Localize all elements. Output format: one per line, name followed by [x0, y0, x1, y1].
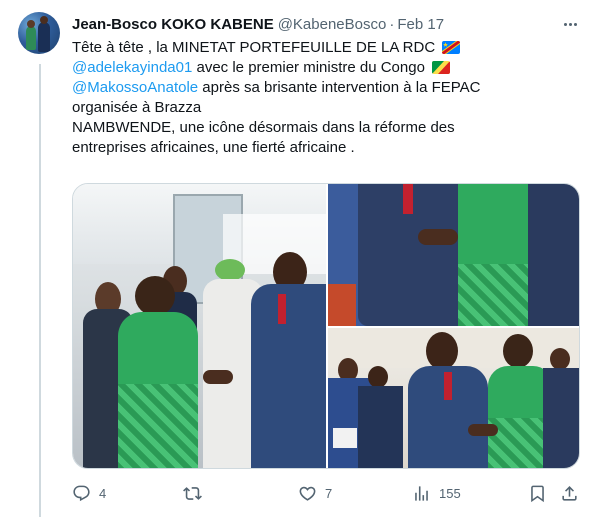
- views-button[interactable]: 155: [412, 482, 461, 504]
- tweet-text-line: entreprises africaines, une fierté afric…: [72, 139, 355, 156]
- tweet-text: Tête à tête , la MINETAT PORTEFEUILLE DE…: [72, 38, 582, 158]
- action-bar: 4 7 155: [72, 482, 580, 504]
- media-grid: [72, 183, 580, 469]
- reply-button[interactable]: 4: [72, 482, 106, 504]
- reply-icon: [73, 485, 90, 501]
- tweet-text-line: NAMBWENDE, une icône désormais dans la r…: [72, 119, 455, 136]
- reply-count: 4: [99, 485, 107, 501]
- tweet-text-line: avec le premier ministre du Congo: [192, 59, 425, 76]
- tweet-date[interactable]: Feb 17: [397, 16, 444, 33]
- tweet-header: Jean-Bosco KOKO KABENE @KabeneBosco · Fe…: [72, 14, 444, 34]
- mention-link[interactable]: @adelekayinda01: [72, 59, 192, 76]
- like-button[interactable]: 7: [298, 482, 332, 504]
- views-icon: [415, 485, 428, 501]
- like-icon: [299, 486, 316, 501]
- retweet-icon: [183, 486, 202, 500]
- photo-handshake-top-right[interactable]: [328, 184, 579, 326]
- display-name[interactable]: Jean-Bosco KOKO KABENE: [72, 16, 274, 33]
- views-count: 155: [439, 485, 461, 501]
- more-options-icon[interactable]: [558, 14, 582, 34]
- photo-handshake-bottom-right[interactable]: [328, 328, 579, 468]
- tweet-text-line: organisée à Brazza: [72, 99, 202, 116]
- user-handle[interactable]: @KabeneBosco: [278, 16, 387, 33]
- retweet-button[interactable]: [183, 482, 210, 504]
- tweet-text-line: après sa brisante intervention à la FEPA…: [198, 79, 481, 96]
- photo-handshake-left[interactable]: [73, 184, 326, 468]
- like-count: 7: [325, 485, 333, 501]
- mention-link[interactable]: @MakossoAnatole: [72, 79, 198, 96]
- thread-line: [39, 64, 41, 517]
- avatar[interactable]: [18, 12, 60, 54]
- tweet-text-line: Tête à tête , la MINETAT PORTEFEUILLE DE…: [72, 39, 436, 56]
- share-icon: [562, 485, 577, 501]
- bookmark-button[interactable]: [528, 482, 547, 504]
- bookmark-icon: [531, 485, 544, 502]
- separator-dot: ·: [389, 15, 395, 33]
- flag-congo-icon: [432, 61, 451, 74]
- flag-drc-icon: [442, 41, 461, 54]
- share-button[interactable]: [560, 482, 579, 504]
